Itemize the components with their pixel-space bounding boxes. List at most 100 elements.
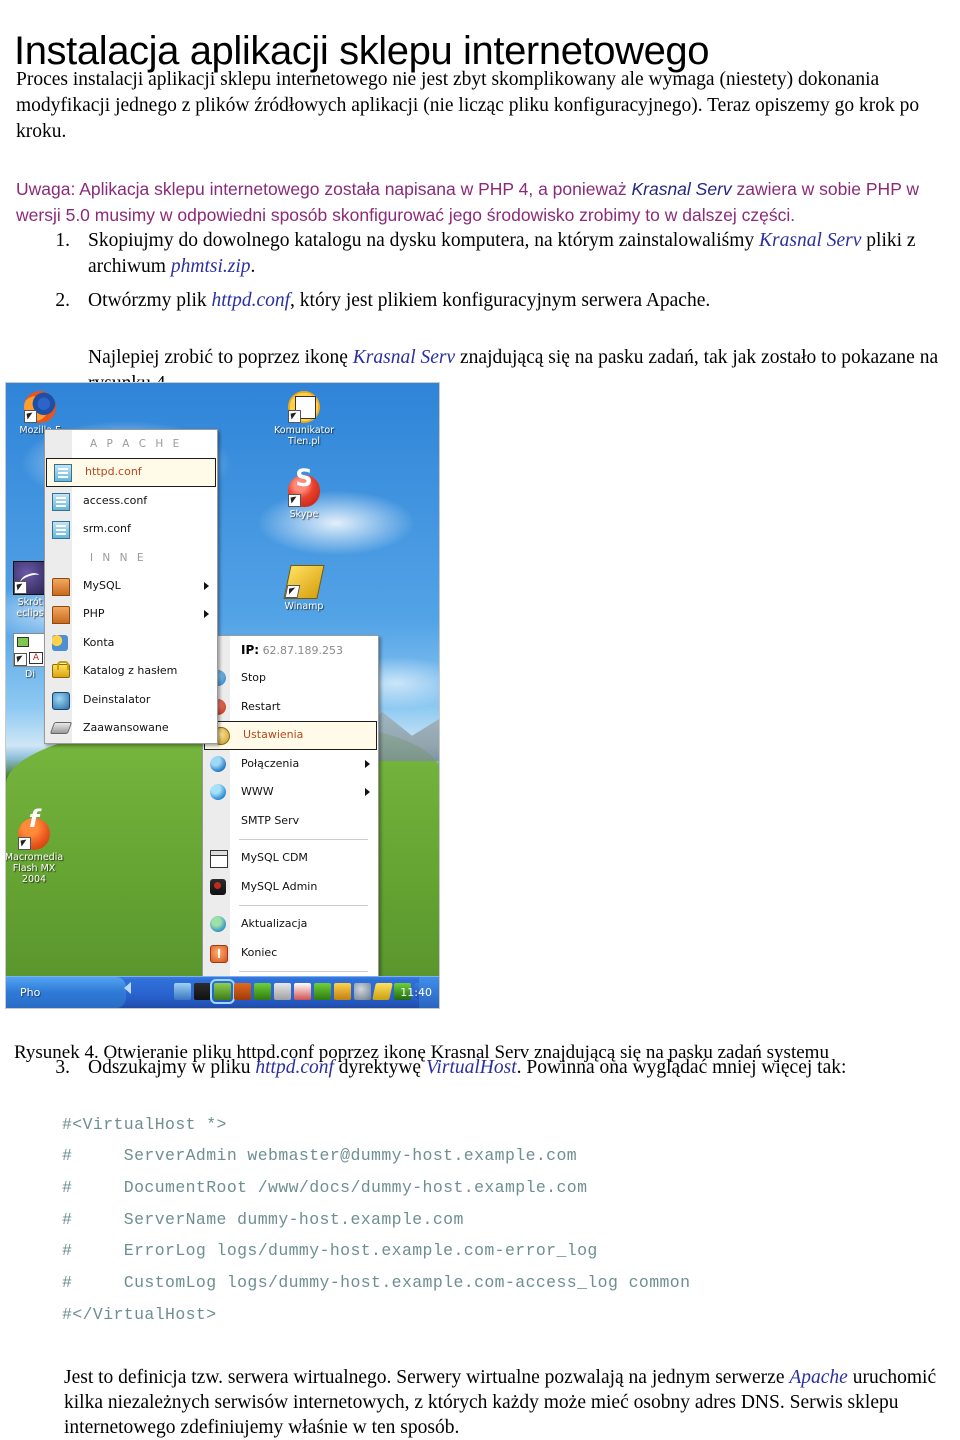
menu-item-label: Konta [83, 635, 115, 649]
menu-item-label: Aktualizacja [241, 917, 308, 930]
tray-app1-icon[interactable] [234, 983, 251, 1000]
step-emphasis-a: httpd.conf [211, 290, 291, 311]
step-text: Otwórzmy plik httpd.conf, który jest pli… [88, 288, 944, 314]
globe-icon [210, 755, 226, 772]
menu-item-label: srm.conf [83, 522, 131, 535]
menu-item-label: Zaawansowane [83, 721, 169, 734]
winamp-icon [283, 565, 325, 599]
window-icon [210, 850, 228, 868]
menu-item-www[interactable]: WWW [203, 778, 378, 807]
menu-item-srm-conf[interactable]: srm.conf [45, 515, 217, 544]
menu-item-mysql-cdm[interactable]: MySQL CDM [203, 844, 378, 873]
tray-krasnal-serv-icon[interactable] [210, 979, 235, 1004]
step-text-a: Odszukajmy w pliku [88, 1057, 256, 1078]
menu-separator [239, 971, 368, 972]
menu-item-label: MySQL Admin [241, 879, 318, 893]
menu-item-aktualizacja[interactable]: Aktualizacja [203, 910, 378, 939]
krasnal-serv-apache-submenu: A P A C H E httpd.conf access.conf srm.c… [44, 429, 218, 744]
step-text-c: . [250, 256, 256, 277]
shortcut-arrow-icon [24, 410, 37, 423]
menu-item-smtp-serv[interactable]: SMTP Serv [203, 807, 378, 836]
step-text: Odszukajmy w pliku httpd.conf dyrektywę … [88, 1055, 944, 1081]
desktop-icon-label: Skrót eclips [16, 597, 44, 619]
menu-item-label: MySQL CDM [241, 851, 308, 864]
menu-item-mysql[interactable]: MySQL [45, 572, 217, 601]
step-number: 3. [55, 1057, 70, 1078]
step-text-b: dyrektywę [333, 1057, 426, 1078]
shortcut-arrow-icon [18, 837, 31, 850]
ip-label: IP: [241, 643, 260, 657]
step-item-2: 2. Otwórzmy plik httpd.conf, który jest … [44, 288, 944, 314]
step-item-3: 3. Odszukajmy w pliku httpd.conf dyrekty… [44, 1055, 944, 1081]
menu-item-restart[interactable]: Restart [203, 693, 378, 722]
taskbar-tray-expander[interactable] [124, 982, 131, 994]
menu-separator [239, 839, 368, 840]
system-tray: 11:40 [400, 977, 439, 1008]
eclipse-icon [13, 561, 47, 595]
tray-network-icon[interactable] [174, 983, 191, 1000]
final-paragraph: Jest to definicja tzw. serwera wirtualne… [64, 1365, 942, 1440]
warning-note: Uwaga: Aplikacja sklepu internetowego zo… [16, 176, 944, 228]
step-text: Skopiujmy do dowolnego katalogu na dysku… [88, 228, 944, 280]
desktop-icon-label: Skype [289, 509, 319, 520]
desktop-icon-label: Macromedia Flash MX 2004 [5, 852, 64, 885]
traffic-light-icon [210, 878, 226, 895]
menu-item-label: Koniec [241, 945, 278, 959]
globe-icon [210, 784, 226, 800]
config-file-icon [52, 492, 70, 511]
menu-item-php[interactable]: PHP [45, 600, 217, 629]
desktop-icon-komunikator-tlen[interactable]: Komunikator Tlen.pl [274, 391, 334, 447]
tray-winamp-icon[interactable] [372, 983, 393, 1000]
tray-volume-icon[interactable] [354, 983, 371, 1000]
desktop-icon-skype[interactable]: Skype [274, 473, 334, 520]
menu-item-label: Deinstalator [83, 692, 151, 706]
menu-item-httpd-conf[interactable]: httpd.conf [46, 458, 216, 487]
document-page: Instalacja aplikacji sklepu internetoweg… [0, 0, 960, 1438]
taskbar-window-button[interactable]: Pho [6, 977, 126, 1008]
menu-item-label: Katalog z hasłem [83, 664, 178, 677]
tray-app3-icon[interactable] [274, 983, 291, 1000]
step-emphasis-b: phmtsi.zip [170, 256, 251, 277]
power-icon [210, 944, 228, 963]
menu-item-konta[interactable]: Konta [45, 629, 217, 658]
tray-app2-icon[interactable] [254, 983, 271, 1000]
step2-note-a: Najlepiej zrobić to poprzez ikonę [88, 346, 353, 368]
update-icon [210, 916, 226, 932]
step-emphasis-b: VirtualHost [425, 1057, 517, 1078]
system-tray-icons [174, 979, 431, 1004]
shortcut-arrow-icon [284, 585, 301, 598]
menu-item-stop[interactable]: Stop [203, 664, 378, 693]
tlen-icon [288, 391, 320, 423]
config-file-icon [52, 521, 70, 539]
step-emphasis-a: Krasnal Serv [759, 230, 862, 251]
windows-taskbar: Pho 11:40 [6, 976, 439, 1008]
desktop-icon-winamp[interactable]: Winamp [274, 565, 334, 612]
menu-item-label: PHP [83, 607, 105, 620]
menu-item-label: Ustawienia [243, 728, 304, 741]
menu-item-koniec[interactable]: Koniec [203, 939, 378, 968]
final-paragraph-a: Jest to definicja tzw. serwera wirtualne… [64, 1366, 790, 1388]
folder-icon [52, 577, 70, 596]
tray-display-icon[interactable] [334, 983, 351, 1000]
shortcut-arrow-icon [14, 653, 27, 666]
menu-item-mysql-admin[interactable]: MySQL Admin [203, 873, 378, 902]
menu-item-zaawansowane[interactable]: Zaawansowane [45, 714, 217, 743]
intro-paragraph: Proces instalacji aplikacji sklepu inter… [16, 68, 920, 142]
taskbar-clock[interactable]: 11:40 [400, 977, 432, 1008]
menu-item-access-conf[interactable]: access.conf [45, 487, 217, 516]
chevron-right-icon [365, 759, 370, 768]
shortcut-arrow-icon [288, 410, 301, 423]
tray-app5-icon[interactable] [314, 983, 331, 1000]
tray-app4-icon[interactable] [294, 983, 311, 1000]
menu-item-label: MySQL [83, 578, 121, 592]
skype-icon [288, 473, 320, 507]
menu-item-deinstalator[interactable]: Deinstalator [45, 686, 217, 715]
firefox-icon [24, 391, 56, 423]
menu-item-label: Połączenia [241, 756, 300, 770]
tray-mysql-admin-icon[interactable] [194, 983, 211, 1000]
desktop-icon-macromedia-flash[interactable]: Macromedia Flash MX 2004 [5, 814, 64, 885]
menu-item-ustawienia[interactable]: Ustawienia [204, 721, 377, 750]
code-block-virtualhost: #<VirtualHost *> # ServerAdmin webmaster… [62, 1114, 691, 1324]
menu-item-polaczenia[interactable]: Połączenia [203, 750, 378, 779]
menu-item-katalog-z-haslem[interactable]: Katalog z hasłem [45, 657, 217, 686]
